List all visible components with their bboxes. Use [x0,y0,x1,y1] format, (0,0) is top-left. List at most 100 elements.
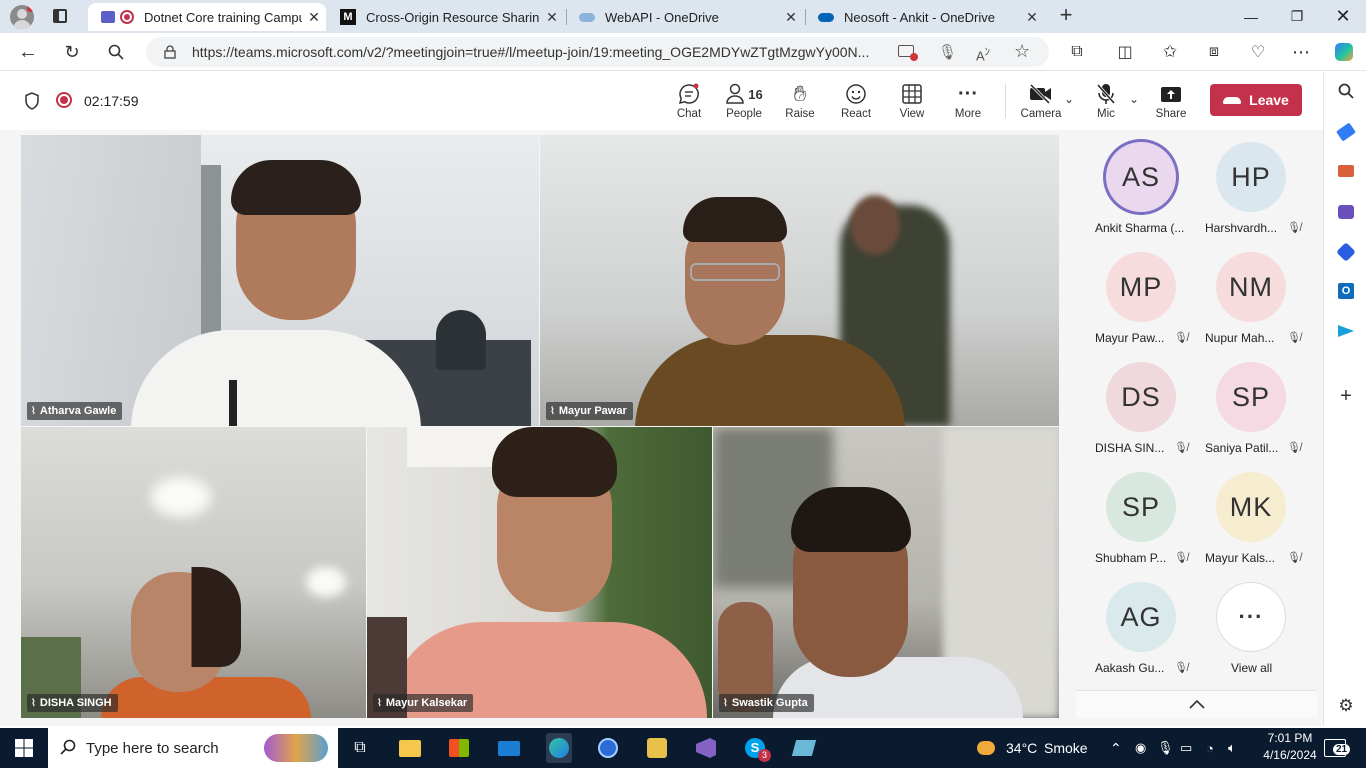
microphone-icon[interactable]: 🎙︎ [938,43,957,61]
lock-icon[interactable] [164,45,176,59]
profile-icon[interactable] [10,5,34,29]
roster-tile[interactable]: HP Harshvardh... 🎙︎̸ [1196,130,1317,240]
app-globe-icon[interactable] [596,736,620,760]
status-icon[interactable]: ◉ [1135,728,1146,768]
participant-name: DISHA SINGH [39,697,112,709]
video-tile[interactable]: ⌇ Mayur Pawar [540,135,1059,426]
tools-briefcase-icon[interactable] [1336,161,1356,181]
mic-off-icon: 🎙︎̸ [1287,552,1301,564]
close-tab-icon[interactable]: ✕ [302,9,326,26]
restore-button[interactable]: ❐ [1274,0,1320,33]
avatar: AG [1106,582,1176,652]
more-button[interactable]: ··· More [943,82,993,121]
favorites-icon[interactable]: ✩ [1155,38,1185,66]
url-text: https://teams.microsoft.com/v2/?meetingj… [192,44,870,60]
roster-tile[interactable]: NM Nupur Mah... 🎙︎̸ [1196,240,1317,350]
address-bar[interactable]: https://teams.microsoft.com/v2/?meetingj… [146,37,1049,67]
tab-actions-icon[interactable] [53,9,67,23]
participant-name: Mayur Pawar [558,405,627,417]
microphone-icon[interactable]: 🎙︎ [1157,728,1174,768]
close-tab-icon[interactable]: ✕ [779,9,803,26]
roster-tile[interactable]: AS Ankit Sharma (... [1076,130,1196,240]
tab-webapi-onedrive[interactable]: WebAPI - OneDrive ✕ [567,3,803,31]
video-tile[interactable]: ⌇ Mayur Kalsekar [367,427,712,718]
settings-more-icon[interactable]: ⋯ [1286,38,1316,66]
windows-start-icon[interactable] [12,736,36,760]
send-icon[interactable] [1336,321,1356,341]
view-all-button[interactable]: ··· View all [1196,570,1317,680]
video-tile[interactable]: ⌇ Swastik Gupta [713,427,1059,718]
read-aloud-icon[interactable]: Aﾝ [976,43,990,63]
skype-icon[interactable]: S3 [743,736,771,762]
games-icon[interactable] [1336,202,1356,222]
wifi-icon[interactable]: ◔ [1206,728,1214,768]
close-window-button[interactable]: ✕ [1320,0,1366,33]
recording-indicator-icon [56,92,72,108]
outlook-icon[interactable]: O [1336,281,1356,301]
collapse-roster-button[interactable] [1076,690,1317,718]
roster-tile[interactable]: MK Mayur Kals... 🎙︎̸ [1196,460,1317,570]
roster-tile[interactable]: SP Saniya Patil... 🎙︎̸ [1196,350,1317,460]
settings-gear-icon[interactable]: ⚙︎ [1336,696,1356,716]
weather-icon[interactable] [974,736,998,760]
camera-button[interactable]: Camera [1016,82,1066,120]
microsoft-store-icon[interactable] [447,736,471,760]
mic-options-chevron-icon[interactable]: ⌄ [1129,92,1139,106]
teams-favicon-icon [100,9,116,25]
leave-button[interactable]: Leave [1210,84,1302,116]
search-icon[interactable] [1336,81,1356,101]
notifications-button[interactable]: 21 [1324,739,1351,757]
office-icon[interactable] [1336,242,1356,262]
tab-cors[interactable]: M Cross-Origin Resource Sharing (C ✕ [328,3,564,31]
favorite-star-icon[interactable]: ☆ [1014,41,1030,62]
roster-tile[interactable]: AG Aakash Gu... 🎙︎̸ [1076,570,1196,680]
edge-icon[interactable] [546,733,572,763]
video-tile[interactable]: ⌇ DISHA SINGH [21,427,366,718]
mail-icon[interactable] [497,736,521,760]
collections-icon[interactable]: ⧈ [1199,38,1229,66]
react-button[interactable]: React [831,82,881,120]
weather-temp[interactable]: 34°C [1006,728,1037,768]
raise-hand-button[interactable]: ✋︎ Raise [775,81,825,120]
camera-options-chevron-icon[interactable]: ⌄ [1064,92,1074,106]
roster-tile[interactable]: MP Mayur Paw... 🎙︎̸ [1076,240,1196,350]
video-tile[interactable]: ⌇ Atharva Gawle [21,135,539,426]
new-tab-button[interactable]: + [1054,4,1078,28]
copilot-icon[interactable] [1329,38,1359,66]
taskbar-search[interactable]: Type here to search [48,728,338,768]
performance-icon[interactable]: ♡ [1243,38,1273,66]
volume-icon[interactable]: 🔈︎ [1228,728,1236,768]
shopping-tag-icon[interactable] [1336,122,1356,142]
show-hidden-icons-chevron-icon[interactable]: ⌃ [1110,728,1122,768]
extensions-icon[interactable]: ⧉ [1062,38,1092,66]
view-button[interactable]: View [887,82,937,120]
file-explorer-icon[interactable] [398,736,422,760]
chat-button[interactable]: Chat [664,82,714,120]
roster-tile[interactable]: SP Shubham P... 🎙︎̸ [1076,460,1196,570]
paint-app-icon[interactable] [645,736,669,760]
clock-date[interactable]: 4/16/2024 [1256,748,1324,762]
mic-off-icon: 🎙︎̸ [1174,442,1188,454]
people-button[interactable]: 16 People [719,82,769,120]
snipping-tool-icon[interactable] [791,736,817,760]
minimize-button[interactable]: — [1228,0,1274,33]
split-screen-icon[interactable]: ◫ [1110,38,1140,66]
task-view-icon[interactable]: ⧉ [348,736,372,760]
add-icon[interactable]: + [1336,385,1356,407]
tab-neosoft-onedrive[interactable]: Neosoft - Ankit - OneDrive ✕ [806,3,1044,31]
mic-button[interactable]: Mic [1081,82,1131,120]
tab-teams-meeting[interactable]: Dotnet Core training Campu ✕ [88,3,326,31]
back-button[interactable]: ← [13,38,43,66]
search-icon[interactable] [101,38,131,66]
refresh-button[interactable]: ↻ [57,38,87,66]
clock-time[interactable]: 7:01 PM [1260,731,1320,745]
close-tab-icon[interactable]: ✕ [1020,9,1044,26]
visual-studio-icon[interactable] [694,736,718,760]
shield-icon[interactable] [24,92,40,113]
roster-tile[interactable]: DS DISHA SIN... 🎙︎̸ [1076,350,1196,460]
weather-text[interactable]: Smoke [1044,728,1088,768]
close-tab-icon[interactable]: ✕ [540,9,564,26]
battery-icon[interactable]: ▭ [1180,728,1192,768]
share-button[interactable]: Share [1146,82,1196,120]
camera-blocked-icon[interactable] [898,45,918,61]
